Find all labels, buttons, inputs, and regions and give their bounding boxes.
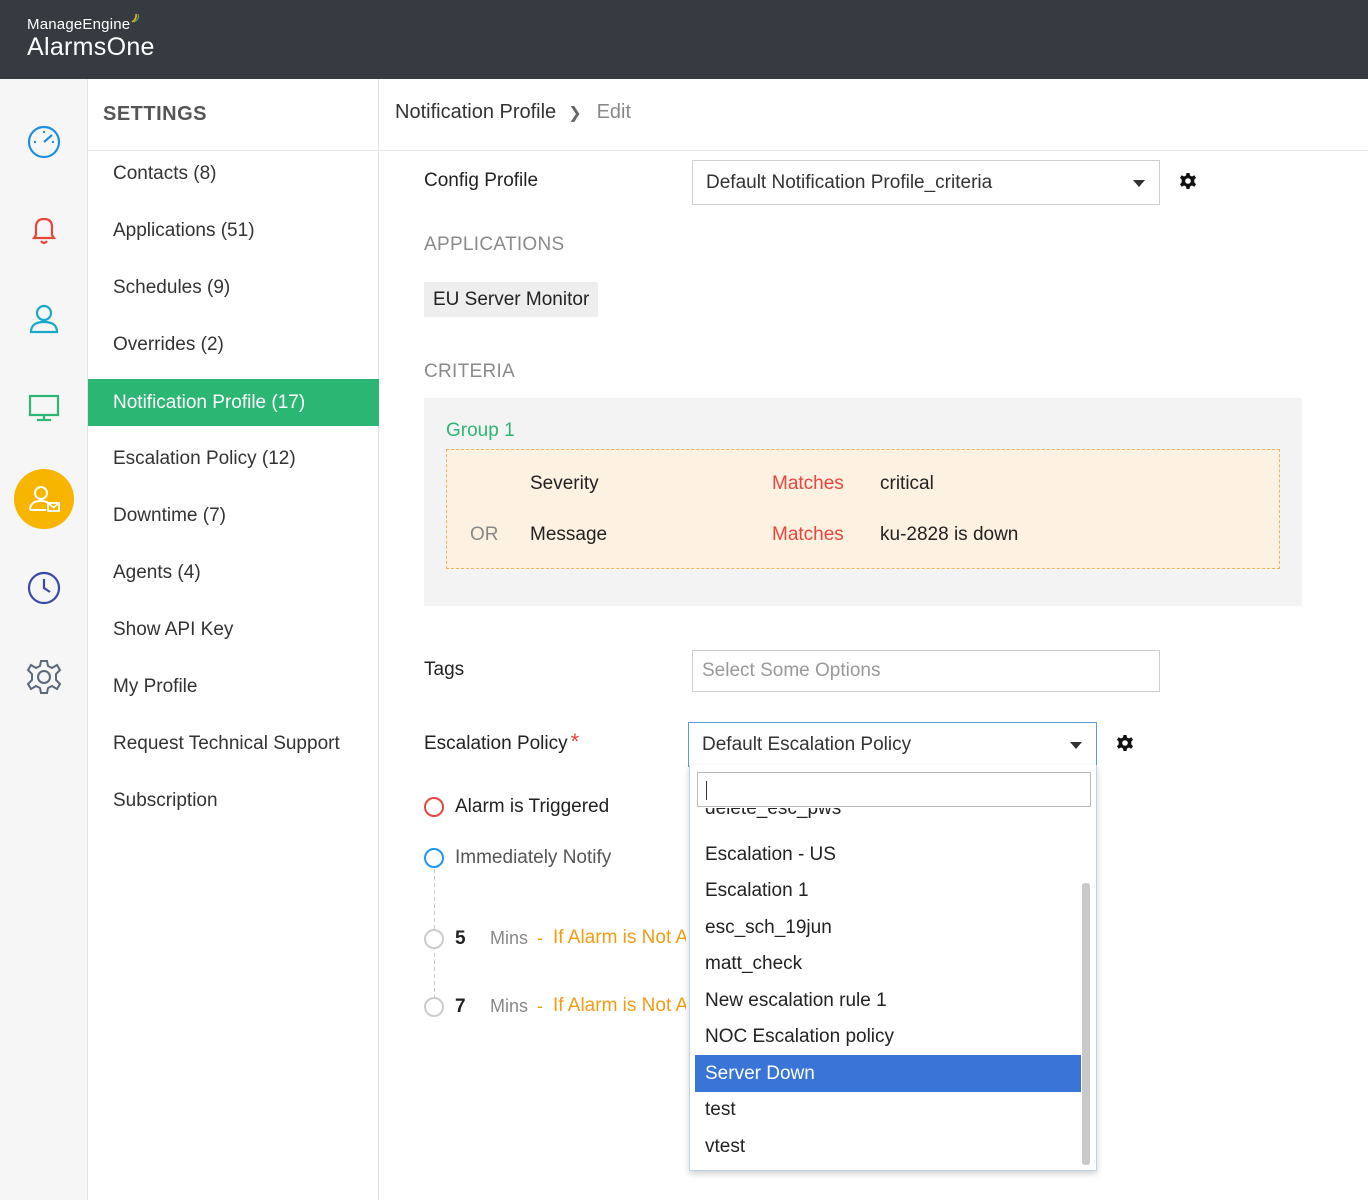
dropdown-option[interactable]: vtest [695,1128,1081,1164]
notify-circle-icon [424,848,444,868]
chevron-down-icon [1070,741,1082,749]
user-notification-icon[interactable] [14,469,74,529]
criteria-field: Message [530,524,608,545]
gear-icon[interactable] [14,647,74,707]
brand-logo[interactable]: ManageEngine AlarmsOne [27,13,155,62]
criteria-field: Severity [530,473,599,494]
breadcrumb-current: Edit [596,101,632,123]
dropdown-scrollbar[interactable] [1082,883,1090,1165]
applications-section-title: APPLICATIONS [424,234,565,255]
clock-icon[interactable] [14,558,74,618]
criteria-operator: Matches [772,524,844,545]
dropdown-options-list: delete_esc_pws Escalation - US Escalatio… [695,808,1083,1164]
step-separator: - [537,996,543,1016]
sidebar-item-applications[interactable]: Applications (51) [88,207,379,254]
criteria-logic-or: OR [470,524,499,545]
step-circle-icon [424,997,444,1017]
user-icon[interactable] [14,289,74,349]
vendor-name: ManageEngine [27,13,155,33]
dropdown-option[interactable]: New escalation rule 1 [695,982,1081,1019]
step-minutes-value[interactable]: 7 [455,996,466,1018]
config-profile-gear-icon[interactable] [1178,171,1198,191]
criteria-group-box [446,449,1280,569]
dashboard-icon[interactable] [14,111,74,171]
monitor-icon[interactable] [14,378,74,438]
step-condition: If Alarm is Not Acknowledged [553,927,686,948]
sidebar-item-notification-profile[interactable]: Notification Profile (17) [88,379,379,426]
settings-title: SETTINGS [103,103,208,125]
criteria-group-title: Group 1 [446,420,515,441]
dropdown-option[interactable]: delete_esc_pws [695,808,1081,827]
sidebar-item-contacts[interactable]: Contacts (8) [88,150,379,197]
sidebar-item-show-api-key[interactable]: Show API Key [88,606,379,653]
dropdown-search-input[interactable] [697,772,1091,807]
alarm-triggered-label: Alarm is Triggered [455,796,610,817]
sidebar-item-downtime[interactable]: Downtime (7) [88,492,379,539]
breadcrumb-parent[interactable]: Notification Profile [395,101,556,124]
step-minutes-unit: Mins [490,928,529,948]
dropdown-option[interactable]: matt_check [695,945,1081,982]
escalation-policy-value: Default Escalation Policy [702,733,912,755]
icon-rail [0,79,88,1200]
criteria-operator: Matches [772,473,844,494]
criteria-value: critical [880,473,934,494]
config-profile-label: Config Profile [424,170,539,191]
sidebar-item-request-support[interactable]: Request Technical Support [88,720,379,767]
immediately-notify-label: Immediately Notify [455,847,612,868]
dropdown-option[interactable]: NOC Escalation policy [695,1018,1081,1055]
config-profile-select[interactable]: Default Notification Profile_criteria [692,160,1160,205]
step-minutes-unit: Mins [490,996,529,1016]
step-circle-icon [424,929,444,949]
escalation-policy-dropdown: delete_esc_pws Escalation - US Escalatio… [689,765,1097,1171]
sidebar-item-escalation-policy[interactable]: Escalation Policy (12) [88,435,379,482]
dropdown-option[interactable]: esc_sch_19jun [695,909,1081,946]
escalation-policy-label: Escalation Policy * [424,729,580,754]
tags-label: Tags [424,659,465,680]
top-bar: ManageEngine AlarmsOne [0,0,1368,79]
criteria-section-title: CRITERIA [424,361,516,382]
escalation-gear-icon[interactable] [1115,733,1135,753]
dropdown-option[interactable]: test [695,1091,1081,1128]
criteria-value: ku-2828 is down [880,524,1019,545]
settings-sidebar: SETTINGS Contacts (8) Applications (51) … [88,79,379,1200]
chevron-down-icon [1133,179,1145,187]
step-minutes-value[interactable]: 5 [455,928,466,950]
text-cursor [706,781,707,800]
escalation-policy-select[interactable]: Default Escalation Policy [688,722,1097,767]
sidebar-item-agents[interactable]: Agents (4) [88,549,379,596]
required-asterisk: * [570,729,580,754]
divider [380,150,1368,151]
config-profile-value: Default Notification Profile_criteria [706,171,993,193]
step-condition: If Alarm is Not Acknowledged [553,995,686,1016]
step-separator: - [537,928,543,948]
tags-input[interactable]: Select Some Options [692,650,1160,692]
dropdown-option[interactable]: Escalation - US [695,836,1081,873]
sidebar-item-my-profile[interactable]: My Profile [88,663,379,710]
sidebar-item-overrides[interactable]: Overrides (2) [88,321,379,368]
chevron-right-icon: ❯ [568,104,582,122]
product-name: AlarmsOne [27,33,155,61]
sidebar-item-schedules[interactable]: Schedules (9) [88,264,379,311]
dropdown-option[interactable]: Escalation 1 [695,872,1081,909]
application-chip[interactable]: EU Server Monitor [424,282,599,317]
breadcrumb: Notification Profile ❯ Edit [395,101,631,124]
sidebar-item-subscription[interactable]: Subscription [88,777,379,824]
triggered-circle-icon [424,797,444,817]
alarm-bell-icon[interactable] [14,200,74,260]
dropdown-option-highlighted[interactable]: Server Down [695,1055,1081,1092]
logo-swoosh-icon [131,13,140,23]
